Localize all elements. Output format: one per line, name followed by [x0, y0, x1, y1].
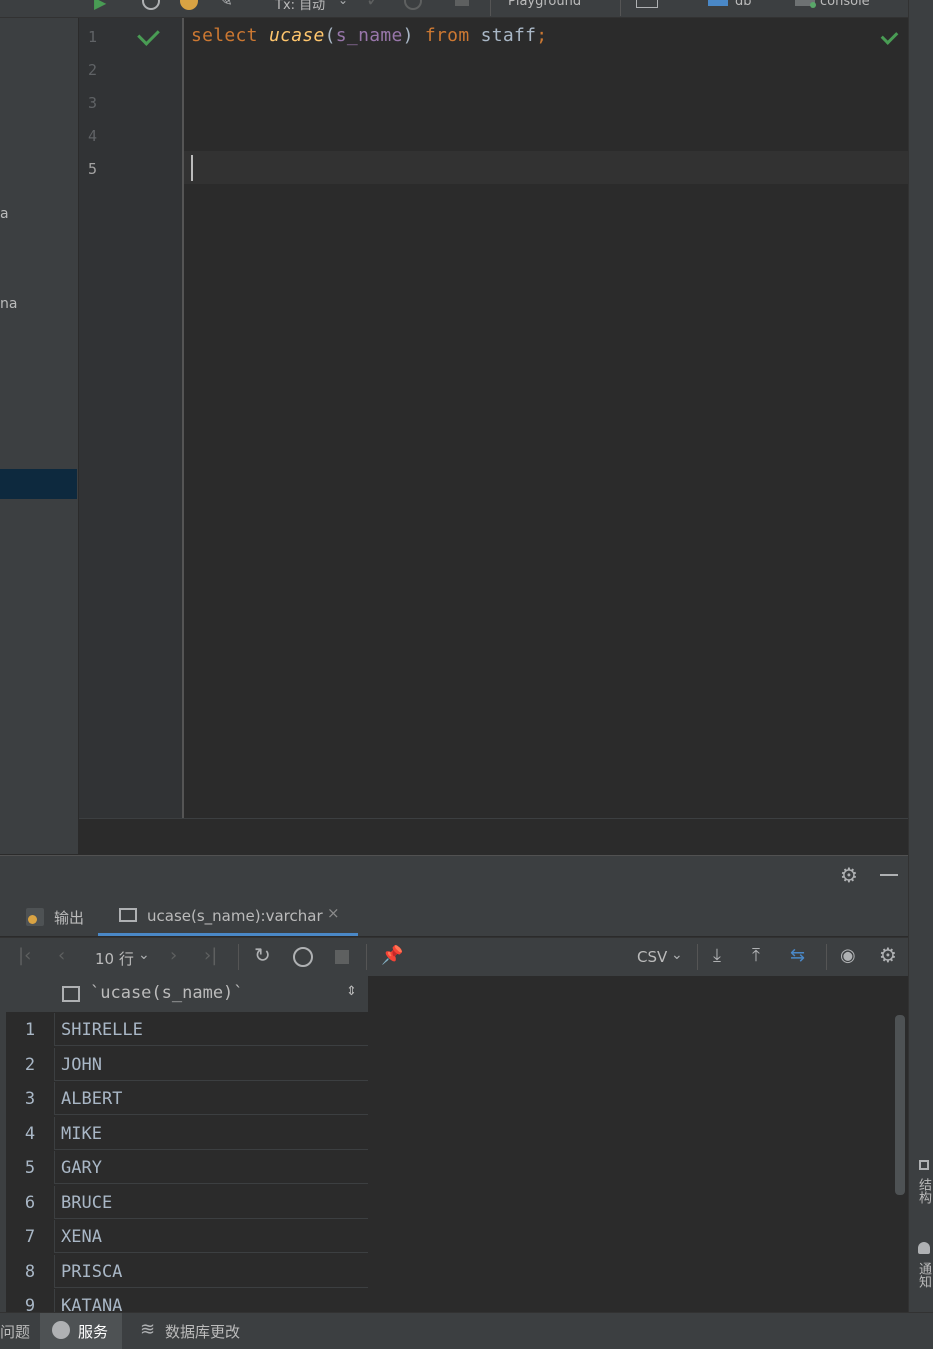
table-cell[interactable]: ALBERT [54, 1082, 368, 1115]
status-bar: 问题 服务 ≋ 数据库更改 [0, 1312, 933, 1349]
problems-tool-button[interactable]: 问题 [0, 1321, 30, 1342]
row-number[interactable]: 6 [6, 1185, 54, 1220]
table-row[interactable]: 4 MIKE [6, 1116, 368, 1151]
table-cell[interactable]: GARY [54, 1151, 368, 1184]
table-cell[interactable]: BRUCE [54, 1185, 368, 1219]
table-row[interactable]: 1 SHIRELLE [6, 1013, 368, 1047]
table-cell[interactable]: PRISCA [54, 1254, 368, 1288]
table-row[interactable]: 6 BRUCE [6, 1185, 368, 1220]
table-cell[interactable]: JOHN [54, 1047, 368, 1081]
row-number[interactable]: 2 [6, 1047, 54, 1082]
table-cell[interactable]: XENA [54, 1220, 368, 1253]
table-row[interactable]: 8 PRISCA [6, 1254, 368, 1289]
table-cell[interactable]: KATANA [54, 1289, 368, 1312]
row-number[interactable]: 1 [6, 1013, 54, 1047]
row-number[interactable]: 3 [6, 1082, 54, 1116]
table-row[interactable]: 3 ALBERT [6, 1082, 368, 1116]
table-row[interactable]: 9 KATANA [6, 1289, 368, 1312]
table-cell[interactable]: MIKE [54, 1116, 368, 1150]
table-row[interactable]: 2 JOHN [6, 1047, 368, 1082]
db-changes-tool-button[interactable]: 数据库更改 [165, 1321, 240, 1342]
table-row[interactable]: 7 XENA [6, 1220, 368, 1254]
services-tool-button[interactable]: 服务 [78, 1321, 108, 1342]
play-circle-icon [52, 1321, 70, 1339]
row-number[interactable]: 4 [6, 1116, 54, 1151]
row-number[interactable]: 8 [6, 1254, 54, 1289]
row-number[interactable]: 7 [6, 1220, 54, 1254]
row-number[interactable]: 9 [6, 1289, 54, 1312]
table-cell[interactable]: SHIRELLE [54, 1013, 368, 1046]
row-number[interactable]: 5 [6, 1151, 54, 1185]
table-row[interactable]: 5 GARY [6, 1151, 368, 1185]
database-changes-icon: ≋ [140, 1319, 156, 1340]
